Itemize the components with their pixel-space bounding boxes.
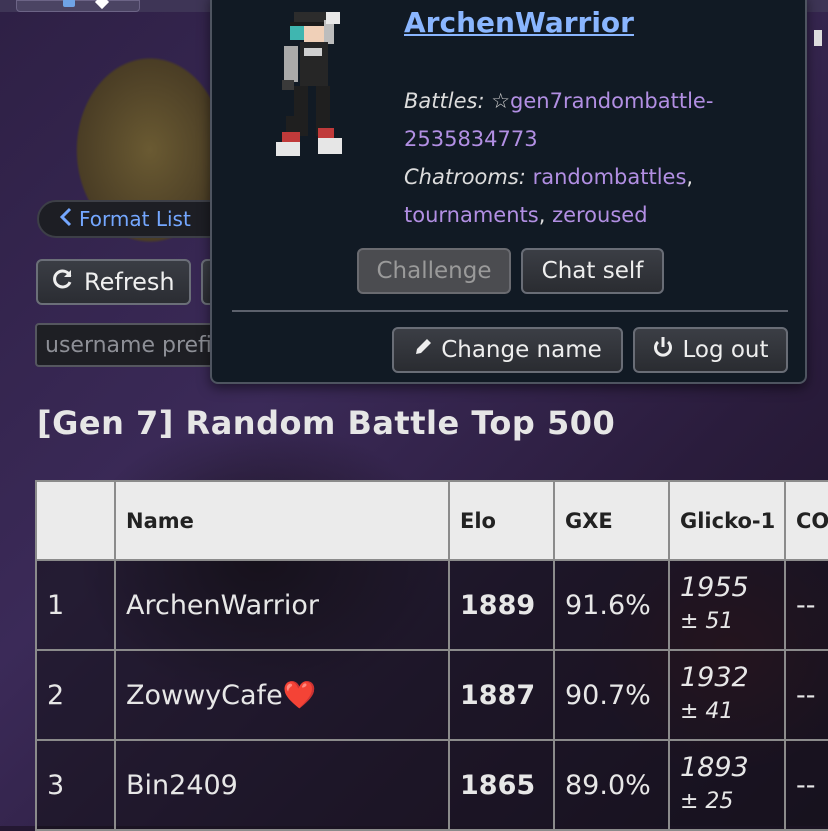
change-name-label: Change name (441, 337, 602, 363)
log-out-label: Log out (682, 337, 769, 363)
chevron-left-icon (59, 207, 73, 232)
chatroom-link-zeroused[interactable]: zeroused (552, 203, 647, 227)
popup-username-link[interactable]: ArchenWarrior (404, 6, 634, 39)
popup-divider (232, 310, 788, 312)
tab-indicator-icon (94, 0, 110, 10)
rank-cell: 1 (35, 559, 116, 651)
refresh-button[interactable]: Refresh (36, 259, 191, 305)
player-name-cell[interactable]: ZowwyCafe❤️ (114, 649, 450, 741)
scrollbar-thumb[interactable] (814, 30, 822, 46)
chatroom-link-randombattles[interactable]: randombattles (533, 165, 687, 189)
change-name-button[interactable]: Change name (392, 327, 623, 373)
rank-cell: 3 (35, 739, 116, 831)
elo-cell: 1887 (448, 649, 555, 741)
user-popup: ArchenWarrior Battles: ☆gen7randombattle… (210, 0, 807, 384)
gxe-cell: 91.6% (553, 559, 670, 651)
elo-header: Elo (448, 480, 555, 561)
gxe-header: GXE (553, 480, 670, 561)
table-row: 3 Bin2409 1865 89.0% 1893 ± 25 -- (35, 739, 828, 831)
refresh-label: Refresh (84, 268, 175, 296)
player-name[interactable]: ZowwyCafe (126, 680, 283, 711)
top-tab-button[interactable] (16, 0, 140, 12)
glicko-cell: 1955 ± 51 (668, 559, 786, 651)
power-icon (652, 336, 674, 364)
username-search-input[interactable]: username prefix (35, 323, 235, 367)
rank-header (35, 480, 116, 561)
glicko-rating: 1932 (680, 662, 749, 693)
elo-cell: 1865 (448, 739, 555, 831)
glicko-deviation: ± 41 (680, 699, 734, 724)
user-info: Battles: ☆gen7randombattle-2535834773 Ch… (404, 82, 794, 234)
challenge-button[interactable]: Challenge (357, 248, 511, 294)
table-header-row: Name Elo GXE Glicko-1 CO (35, 480, 828, 561)
elo-cell: 1889 (448, 559, 555, 651)
battles-line: Battles: ☆gen7randombattle-2535834773 (404, 82, 794, 158)
chat-self-button[interactable]: Chat self (521, 248, 664, 294)
glicko-deviation: ± 25 (680, 789, 734, 814)
table-row: 2 ZowwyCafe❤️ 1887 90.7% 1932 ± 41 -- (35, 649, 828, 741)
player-name-cell[interactable]: Bin2409 (114, 739, 450, 831)
log-out-button[interactable]: Log out (633, 327, 788, 373)
coil-header: CO (784, 480, 828, 561)
glicko-cell: 1893 ± 25 (668, 739, 786, 831)
gxe-cell: 90.7% (553, 649, 670, 741)
refresh-icon (52, 268, 74, 296)
gxe-cell: 89.0% (553, 739, 670, 831)
battles-label: Battles: (404, 89, 485, 113)
rank-cell: 2 (35, 649, 116, 741)
name-header: Name (114, 480, 450, 561)
heart-icon: ❤️ (282, 680, 317, 711)
player-name[interactable]: Bin2409 (126, 770, 238, 801)
coil-cell: -- (784, 739, 828, 831)
chatrooms-line: Chatrooms: randombattles, tournaments, z… (404, 165, 694, 227)
chatroom-link-tournaments[interactable]: tournaments (404, 203, 539, 227)
pencil-icon (413, 337, 433, 363)
chatrooms-label: Chatrooms: (404, 165, 526, 189)
ladder-table: Name Elo GXE Glicko-1 CO 1 ArchenWarrior… (35, 480, 828, 831)
glicko-rating: 1893 (680, 752, 749, 783)
page-title: [Gen 7] Random Battle Top 500 (37, 404, 616, 442)
glicko-deviation: ± 51 (680, 609, 734, 634)
username-placeholder: username prefix (45, 332, 225, 358)
glicko-cell: 1932 ± 41 (668, 649, 786, 741)
coil-cell: -- (784, 559, 828, 651)
trainer-avatar (260, 4, 370, 164)
player-name-cell[interactable]: ArchenWarrior (114, 559, 450, 651)
table-row: 1 ArchenWarrior 1889 91.6% 1955 ± 51 -- (35, 559, 828, 651)
glicko-header: Glicko-1 (668, 480, 786, 561)
player-name[interactable]: ArchenWarrior (126, 590, 319, 621)
star-icon: ☆ (491, 89, 511, 113)
coil-cell: -- (784, 649, 828, 741)
format-list-button[interactable]: Format List (37, 200, 237, 238)
format-list-label: Format List (79, 207, 191, 231)
glicko-rating: 1955 (680, 572, 749, 603)
tab-icon (63, 0, 75, 7)
